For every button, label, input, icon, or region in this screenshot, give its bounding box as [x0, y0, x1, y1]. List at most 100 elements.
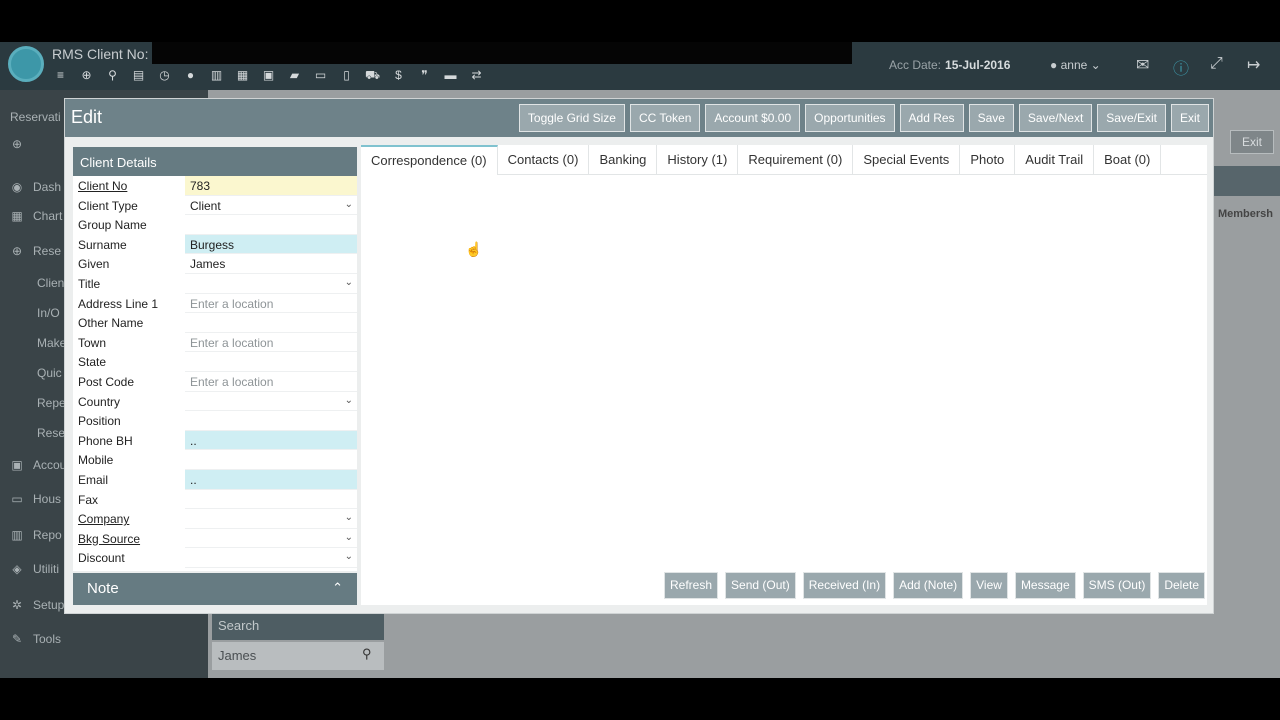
add-note-button[interactable]: Add (Note) — [893, 572, 964, 599]
post-code-field[interactable]: Enter a location — [185, 372, 357, 392]
tab-history-1[interactable]: History (1) — [657, 145, 739, 175]
add-res-button[interactable]: Add Res — [899, 104, 964, 132]
bkg-source-select[interactable]: ⌄ — [185, 529, 357, 549]
company-label[interactable]: Company — [78, 512, 129, 526]
toggle-grid-size-button[interactable]: Toggle Grid Size — [518, 104, 625, 132]
client-no-field[interactable]: 783 — [185, 176, 357, 196]
surname-field[interactable]: Burgess — [185, 234, 357, 255]
save-button[interactable]: Save — [968, 104, 1014, 132]
modal-header: Edit Toggle Grid Size CC Token Account $0.… — [65, 99, 1213, 137]
town-field[interactable]: Enter a location — [185, 333, 357, 353]
bkg-source-label[interactable]: Bkg Source — [78, 532, 140, 546]
company-select[interactable]: ⌄ — [185, 509, 357, 529]
state-label: State — [78, 355, 107, 370]
discount-select[interactable]: ⌄ — [185, 548, 357, 568]
client-details-panel: Client Details Client No 783 Client Type Cl… — [73, 147, 357, 571]
screen: RMS Client No: ≡ ⊕ ⚲ ▤ ◷ ● ▥ ▦ ▣ ▰ ▭ ▯ ⛟ $ ❞ ▬ ⇄ Acc Dat… — [0, 0, 1280, 720]
acc-date: Acc Date: 15-Jul-2016 — [889, 58, 1010, 72]
given-field[interactable]: James — [185, 254, 357, 274]
position-field[interactable] — [185, 411, 357, 431]
save-exit-button[interactable]: Save/Exit — [1097, 104, 1166, 132]
dollar-icon[interactable]: $ — [390, 68, 407, 84]
sidebar-item-label: Hous — [33, 492, 62, 506]
transfer-icon[interactable]: ⇄ — [468, 68, 485, 84]
tab-special-events[interactable]: Special Events — [853, 145, 961, 175]
cc-token-button[interactable]: CC Token — [629, 104, 701, 132]
fax-field[interactable] — [185, 490, 357, 510]
refresh-button[interactable]: Refresh — [664, 572, 719, 599]
tab-banking[interactable]: Banking — [589, 145, 658, 175]
other-name-field[interactable] — [185, 313, 357, 333]
country-select[interactable]: ⌄ — [185, 392, 357, 412]
discount-label: Discount — [78, 551, 125, 566]
opportunities-button[interactable]: Opportunities — [805, 104, 895, 132]
sidebar-item[interactable]: ✎ Tools — [0, 632, 208, 652]
group-name-field[interactable] — [185, 215, 357, 235]
mobile-field[interactable] — [185, 450, 357, 470]
edit-modal: Edit Toggle Grid Size CC Token Account $0.… — [64, 98, 1214, 614]
plus-circle-icon[interactable]: ⊕ — [78, 68, 95, 84]
client-type-label: Client Type — [78, 198, 138, 213]
calendar-icon[interactable]: ▦ — [234, 68, 251, 84]
bed-icon[interactable]: ▬ — [442, 68, 459, 84]
fullscreen-icon[interactable]: ⤢ — [1210, 55, 1223, 73]
phone-bh-label: Phone BH — [78, 433, 133, 448]
title-select[interactable]: ⌄ — [185, 274, 357, 294]
town-label: Town — [78, 335, 107, 350]
position-label: Position — [78, 414, 121, 429]
save-next-button[interactable]: Save/Next — [1018, 104, 1093, 132]
delete-button[interactable]: Delete — [1158, 572, 1205, 599]
app-logo — [8, 46, 44, 82]
logout-icon[interactable]: ↦ — [1247, 55, 1260, 75]
tab-boat-0[interactable]: Boat (0) — [1094, 145, 1162, 175]
tab-photo[interactable]: Photo — [960, 145, 1016, 175]
state-field[interactable] — [185, 352, 357, 372]
field-row-position: Position — [73, 411, 357, 431]
user-menu[interactable]: ● anne ⌄ — [1050, 58, 1101, 72]
address-line-1-field[interactable]: Enter a location — [185, 294, 357, 314]
map-icon[interactable]: ▥ — [208, 68, 225, 84]
card-icon[interactable]: ▤ — [130, 68, 147, 84]
country-label: Country — [78, 394, 121, 409]
sidebar-icon: ▭ — [11, 492, 23, 506]
sidebar-item-label: Reservati — [10, 110, 61, 124]
background-search-input[interactable]: James — [212, 642, 384, 670]
account-0-00-button[interactable]: Account $0.00 — [705, 104, 801, 132]
search-icon[interactable]: ⚲ — [362, 646, 372, 662]
chevron-up-icon[interactable]: ⌃ — [332, 580, 343, 596]
background-exit-button[interactable]: Exit — [1230, 130, 1274, 154]
note-bar[interactable]: Note ⌃ — [73, 573, 357, 605]
field-row-bkg-source: Bkg Source ⌄ — [73, 529, 357, 549]
dashboard-icon[interactable]: ◷ — [156, 68, 173, 84]
sms-out-button[interactable]: SMS (Out) — [1082, 572, 1152, 599]
cart-icon[interactable]: ⛟ — [364, 68, 381, 84]
phone-bh-field[interactable]: .. — [185, 430, 357, 451]
client-no-label[interactable]: Client No — [78, 179, 127, 193]
email-field[interactable]: .. — [185, 470, 357, 490]
document-icon[interactable]: ▯ — [338, 68, 355, 84]
tab-requirement-0[interactable]: Requirement (0) — [738, 145, 854, 175]
tab-correspondence-0[interactable]: Correspondence (0) — [361, 145, 498, 175]
sidebar-item-label: Setup — [33, 598, 65, 612]
send-out-button[interactable]: Send (Out) — [725, 572, 796, 599]
menu-icon[interactable]: ≡ — [52, 68, 69, 84]
search-icon[interactable]: ⚲ — [104, 68, 121, 84]
client-type-select[interactable]: Client ⌄ — [185, 196, 357, 216]
background-search-header: Search — [212, 612, 384, 640]
received-in-button[interactable]: Received (In) — [802, 572, 887, 599]
correspondence-panel: Correspondence (0) Contacts (0) Banking His… — [361, 145, 1207, 605]
tab-contacts-0[interactable]: Contacts (0) — [498, 145, 590, 175]
town-value: Enter a location — [190, 335, 274, 350]
help-icon[interactable]: ⓘ — [1173, 55, 1189, 79]
quote-icon[interactable]: ❞ — [416, 68, 433, 84]
book-icon[interactable]: ▰ — [286, 68, 303, 84]
view-button[interactable]: View — [970, 572, 1008, 599]
mail-icon[interactable]: ✉ — [1136, 55, 1149, 75]
exit-button[interactable]: Exit — [1170, 104, 1209, 132]
calendar-check-icon[interactable]: ▣ — [260, 68, 277, 84]
user-icon[interactable]: ● — [182, 68, 199, 84]
money-icon[interactable]: ▭ — [312, 68, 329, 84]
sidebar-item-label: Make — [37, 336, 67, 350]
message-button[interactable]: Message — [1014, 572, 1076, 599]
tab-audit-trail[interactable]: Audit Trail — [1015, 145, 1095, 175]
